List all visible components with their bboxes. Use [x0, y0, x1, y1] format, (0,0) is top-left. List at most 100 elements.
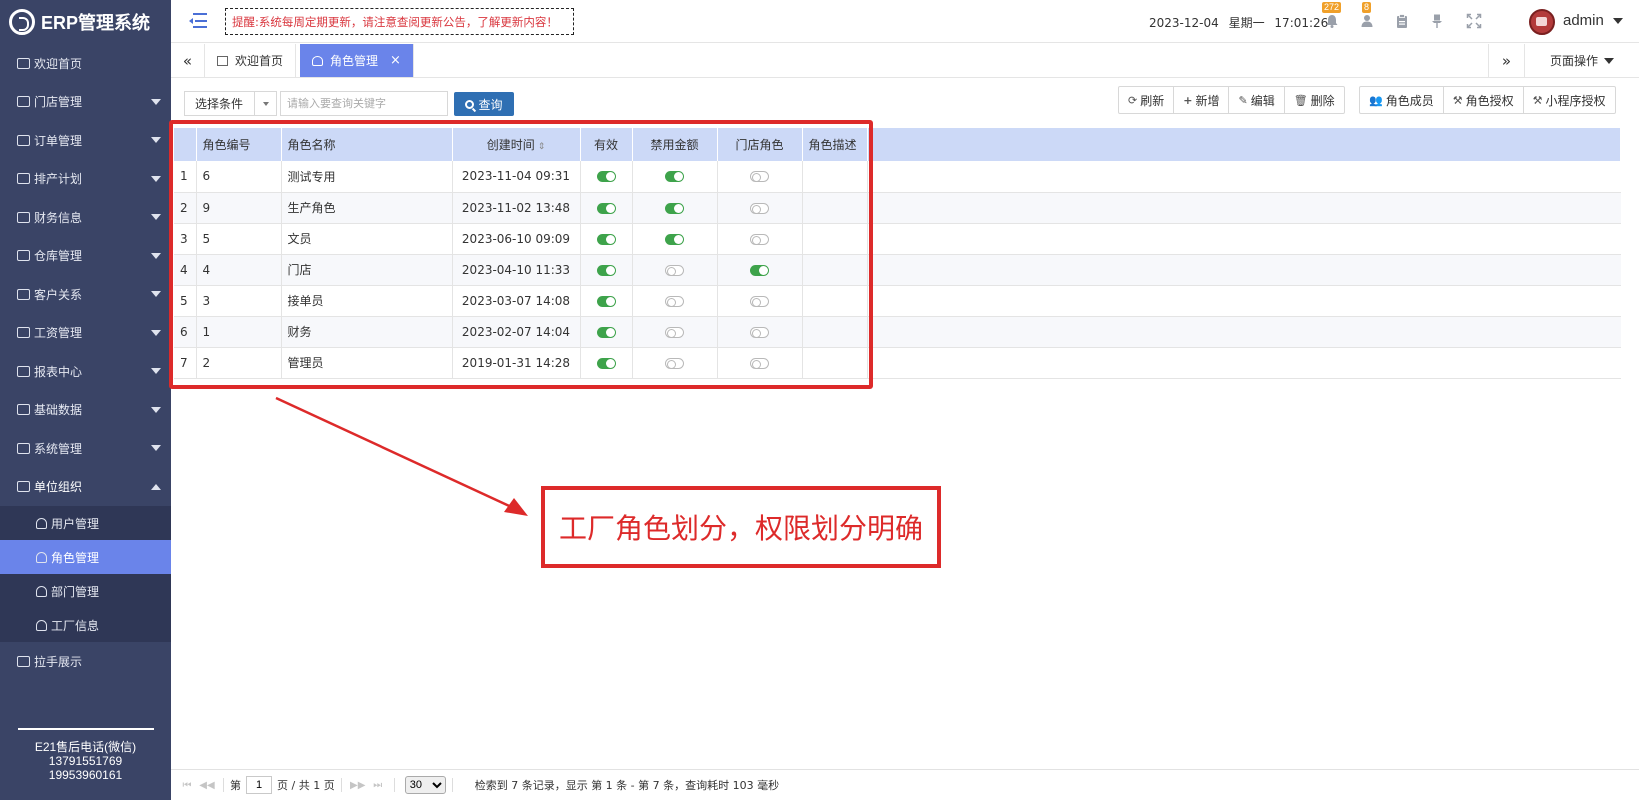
page-operations-label: 页面操作 [1549, 54, 1598, 68]
document-icon [17, 134, 30, 146]
sidebar-item-showcase[interactable]: 拉手展示 [0, 642, 171, 681]
delete-button[interactable]: 🗑 删除 [1285, 87, 1344, 113]
role-button-group: 👥 角色成员 ⚒ 角色授权 ⚒ 小程序授权 [1359, 86, 1616, 114]
sidebar-subitem-0[interactable]: 用户管理 [0, 506, 171, 540]
tabs-scroll-right-icon[interactable]: » [1488, 44, 1524, 77]
sidebar-item-label: 报表中心 [34, 364, 83, 379]
sidebar-item-6[interactable]: 客户关系 [0, 275, 171, 314]
sidebar-item-3[interactable]: 排产计划 [0, 160, 171, 199]
last-page-icon[interactable]: ⏭ [368, 776, 388, 794]
avatar[interactable] [1529, 9, 1555, 35]
datetime-display: 2023-12-04 星期一 17:01:26 [1149, 14, 1328, 31]
miniapp-authorize-label: 小程序授权 [1545, 93, 1606, 108]
bell-icon[interactable]: 272 [1322, 2, 1342, 29]
condition-select-value: 选择条件 [195, 97, 244, 111]
sidebar-item-label: 财务信息 [34, 210, 83, 225]
highlight-box [169, 120, 873, 389]
miniapp-authorize-button[interactable]: ⚒ 小程序授权 [1524, 87, 1615, 113]
sidebar-subitem-3[interactable]: 工厂信息 [0, 608, 171, 642]
sidebar-item-label: 系统管理 [34, 441, 83, 456]
chevron-down-icon [151, 252, 161, 259]
row-filler [867, 347, 1621, 379]
refresh-button[interactable]: ⟳ 刷新 [1119, 87, 1175, 113]
sidebar-item-label: 欢迎首页 [34, 56, 83, 71]
refresh-label: 刷新 [1140, 93, 1165, 108]
store-icon [17, 655, 30, 667]
sidebar-subitem-2[interactable]: 部门管理 [0, 574, 171, 608]
sidebar-subitem-1[interactable]: 角色管理 [0, 540, 171, 574]
user-notice-icon[interactable]: 8 [1360, 2, 1376, 29]
row-filler [867, 316, 1621, 348]
edit-label: 编辑 [1250, 93, 1275, 108]
warehouse-icon [17, 250, 30, 262]
sidebar-item-8[interactable]: 报表中心 [0, 352, 171, 391]
add-label: 新增 [1195, 93, 1220, 108]
chevron-down-icon [151, 406, 161, 413]
next-page-icon[interactable]: ▶▶ [348, 776, 368, 794]
chevron-down-icon [151, 368, 161, 374]
home-icon [17, 57, 30, 69]
prev-page-icon[interactable]: ◀◀ [197, 776, 217, 794]
page-size-select[interactable]: 30 [404, 776, 446, 794]
chevron-down-icon[interactable] [254, 92, 276, 115]
row-filler [867, 285, 1621, 317]
gavel-icon: ⚒ [1532, 93, 1543, 107]
sidebar-item-1[interactable]: 门店管理 [0, 83, 171, 122]
sidebar-item-2[interactable]: 订单管理 [0, 121, 171, 160]
sidebar-item-label: 客户关系 [34, 287, 83, 302]
document-icon [17, 173, 30, 185]
crud-button-group: ⟳ 刷新 + 新增 ✎ 编辑 🗑 删除 [1118, 86, 1345, 114]
clipboard-icon[interactable] [1394, 13, 1410, 29]
role-authorize-label: 角色授权 [1465, 93, 1514, 108]
sidebar-item-0[interactable]: 欢迎首页 [0, 44, 171, 83]
chevron-down-icon [151, 445, 161, 451]
first-page-icon[interactable]: ⏮ [177, 776, 197, 794]
page-operations-menu[interactable]: 页面操作 [1524, 44, 1639, 77]
support-hotline-label: E21售后电话(微信) [34, 740, 137, 754]
fullscreen-icon[interactable] [1466, 13, 1482, 29]
sidebar-item-10[interactable]: 系统管理 [0, 429, 171, 468]
footer-divider [18, 728, 154, 730]
sidebar-menu: 欢迎首页门店管理订单管理排产计划财务信息仓库管理客户关系工资管理报表中心基础数据… [0, 44, 171, 681]
username[interactable]: admin [1563, 12, 1604, 29]
role-authorize-button[interactable]: ⚒ 角色授权 [1444, 87, 1524, 113]
user-icon [312, 55, 323, 66]
tab-welcome[interactable]: 欢迎首页 [205, 44, 297, 77]
close-icon[interactable]: × [390, 53, 401, 68]
search-input[interactable] [280, 91, 448, 116]
report-icon [17, 365, 30, 377]
tab-role-management[interactable]: 角色管理 × [300, 44, 414, 77]
page-number-input[interactable] [246, 776, 272, 794]
chevron-down-icon[interactable] [1613, 18, 1623, 24]
sidebar-item-9[interactable]: 基础数据 [0, 391, 171, 430]
sidebar-item-4[interactable]: 财务信息 [0, 198, 171, 237]
group-icon: 👥 [1369, 93, 1383, 107]
chevron-down-icon [151, 137, 161, 143]
user-icon [36, 551, 47, 563]
monitor-icon [17, 442, 30, 454]
menu-toggle-icon[interactable] [189, 13, 207, 29]
condition-select[interactable]: 选择条件 [184, 91, 277, 116]
pin-icon[interactable] [1429, 13, 1445, 29]
tabs-scroll-left-icon[interactable]: « [171, 44, 205, 77]
row-filler [867, 192, 1621, 224]
sidebar-item-label: 排产计划 [34, 172, 83, 187]
ledger-icon [17, 211, 30, 223]
add-button[interactable]: + 新增 [1174, 87, 1230, 113]
sidebar-item-label: 基础数据 [34, 403, 83, 418]
gavel-icon: ⚒ [1452, 93, 1463, 107]
callout-box: 工厂角色划分，权限划分明确 [541, 486, 941, 568]
users-icon [17, 288, 30, 300]
sidebar-item-5[interactable]: 仓库管理 [0, 237, 171, 276]
role-members-button[interactable]: 👥 角色成员 [1360, 87, 1444, 113]
search-button[interactable]: 查询 [454, 92, 514, 116]
users-icon [36, 619, 47, 631]
edit-button[interactable]: ✎ 编辑 [1229, 87, 1285, 113]
app-logo: ERP管理系统 [0, 0, 171, 44]
notifications-badge: 272 [1322, 2, 1342, 13]
sidebar-item-11[interactable]: 单位组织 [0, 468, 171, 507]
sidebar-subitem-label: 工厂信息 [51, 618, 100, 633]
support-phone-1: 13791551769 [48, 754, 123, 768]
sidebar-item-7[interactable]: 工资管理 [0, 314, 171, 353]
sidebar-item-label: 订单管理 [34, 133, 83, 148]
